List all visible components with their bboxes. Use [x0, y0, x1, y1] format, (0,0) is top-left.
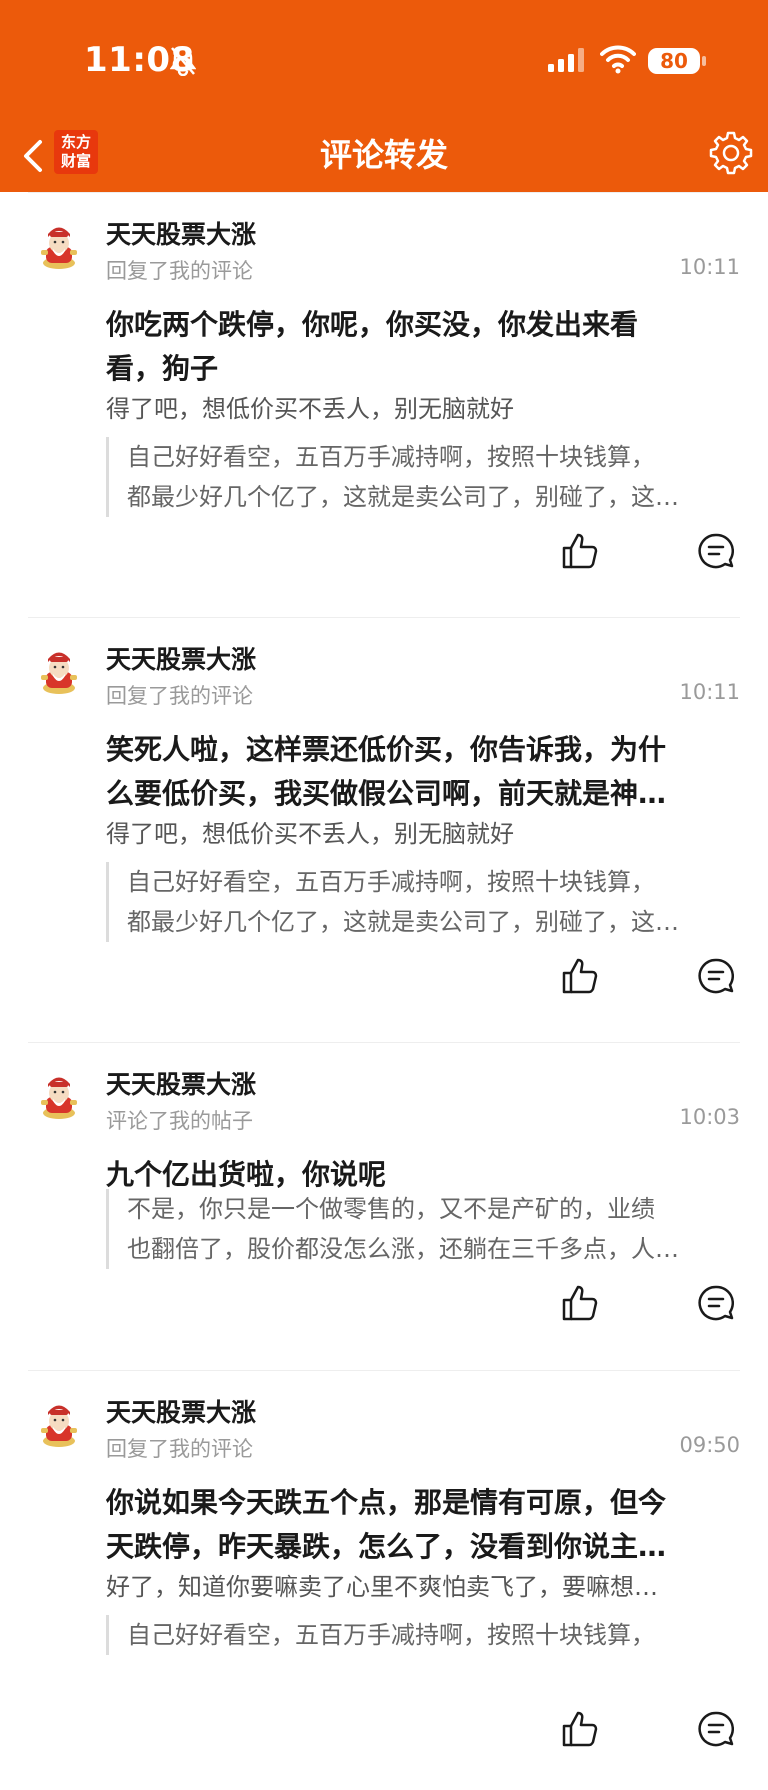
action-text: 回复了我的评论	[106, 1437, 253, 1461]
avatar-icon[interactable]	[36, 223, 82, 269]
comment-line: 天跌停，昨天暴跌，怎么了，没看到你说主…	[106, 1530, 667, 1563]
like-icon[interactable]	[560, 1709, 600, 1749]
quoted-comment[interactable]: 自己好好看空，五百万手减持啊，按照十块钱算， 都最少好几个亿了，这就是卖公司了，…	[106, 437, 740, 517]
timestamp: 10:11	[679, 680, 740, 704]
bell-muted-icon	[170, 47, 196, 76]
status-bar: 11:08 80	[0, 0, 768, 120]
comment-line: 你说如果今天跌五个点，那是情有可原，但今	[106, 1486, 667, 1519]
my-reply-text: 得了吧，想低价买不丢人，别无脑就好	[106, 395, 514, 423]
my-reply-text: 得了吧，想低价买不丢人，别无脑就好	[106, 820, 514, 848]
avatar-icon[interactable]	[36, 648, 82, 694]
quote-line: 不是，你只是一个做零售的，又不是产矿的，业绩	[127, 1195, 655, 1223]
quote-line: 也翻倍了，股价都没怎么涨，还躺在三千多点，人…	[127, 1235, 679, 1263]
quote-line: 自己好好看空，五百万手减持啊，按照十块钱算，	[127, 1621, 655, 1649]
battery-level: 80	[648, 48, 700, 74]
quote-line: 都最少好几个亿了，这就是卖公司了，别碰了，这…	[127, 483, 679, 511]
action-text: 评论了我的帖子	[106, 1109, 253, 1133]
wifi-icon	[600, 45, 636, 74]
quote-line: 自己好好看空，五百万手减持啊，按照十块钱算，	[127, 868, 655, 896]
comment-line: 笑死人啦，这样票还低价买，你告诉我，为什	[106, 733, 667, 766]
page-title: 评论转发	[319, 136, 448, 174]
like-icon[interactable]	[560, 531, 600, 571]
nav-bar: 东方 财富 评论转发	[0, 120, 768, 192]
notification-list: 天天股票大涨 回复了我的评论 10:11 你吃两个跌停，你呢，你买没，你发出来看 看…	[0, 192, 768, 1790]
like-icon[interactable]	[560, 956, 600, 996]
notification-item[interactable]: 天天股票大涨回复了我的评论 10:11 你吃两个跌停，你呢，你买没，你发出来看 看…	[28, 192, 740, 617]
like-icon[interactable]	[560, 1283, 600, 1323]
comment-icon[interactable]	[698, 1285, 734, 1321]
comment-content[interactable]: 你说如果今天跌五个点，那是情有可原，但今 天跌停，昨天暴跌，怎么了，没看到你说主…	[106, 1481, 722, 1569]
username[interactable]: 天天股票大涨	[106, 640, 256, 676]
username[interactable]: 天天股票大涨	[106, 1065, 256, 1101]
signal-icon	[548, 48, 584, 72]
comment-line: 么要低价买，我买做假公司啊，前天就是神…	[106, 777, 667, 810]
avatar-icon[interactable]	[36, 1073, 82, 1119]
notification-item[interactable]: 天天股票大涨回复了我的评论 09:50 你说如果今天跌五个点，那是情有可原，但今 …	[28, 1370, 740, 1790]
comment-content[interactable]: 你吃两个跌停，你呢，你买没，你发出来看 看，狗子	[106, 303, 722, 391]
username[interactable]: 天天股票大涨	[106, 215, 256, 251]
gear-icon[interactable]	[708, 130, 754, 176]
comment-line: 看，狗子	[106, 352, 219, 385]
timestamp: 10:11	[679, 255, 740, 279]
quoted-comment[interactable]: 自己好好看空，五百万手减持啊，按照十块钱算， 都最少好几个亿了，这就是卖公司了，…	[106, 862, 740, 942]
app-header: 11:08 80 东方 财富 评论转发	[0, 0, 768, 192]
comment-line: 你吃两个跌停，你呢，你买没，你发出来看	[106, 308, 639, 341]
quoted-comment[interactable]: 自己好好看空，五百万手减持啊，按照十块钱算，	[106, 1615, 740, 1655]
my-reply-text: 好了，知道你要嘛卖了心里不爽怕卖飞了，要嘛想…	[106, 1573, 658, 1601]
timestamp: 10:03	[679, 1105, 740, 1129]
comment-icon[interactable]	[698, 958, 734, 994]
avatar-icon[interactable]	[36, 1401, 82, 1447]
battery-cap	[702, 56, 706, 66]
quote-line: 自己好好看空，五百万手减持啊，按照十块钱算，	[127, 443, 655, 471]
quote-line: 都最少好几个亿了，这就是卖公司了，别碰了，这…	[127, 908, 679, 936]
comment-content[interactable]: 笑死人啦，这样票还低价买，你告诉我，为什 么要低价买，我买做假公司啊，前天就是神…	[106, 728, 722, 816]
username[interactable]: 天天股票大涨	[106, 1393, 256, 1429]
notification-item[interactable]: 天天股票大涨 评论了我的帖子 10:03 九个亿出货啦，你说呢 不是，你只是一个做零…	[28, 1042, 740, 1370]
notification-item[interactable]: 天天股票大涨回复了我的评论 10:11 笑死人啦，这样票还低价买，你告诉我，为什 …	[28, 617, 740, 1042]
comment-icon[interactable]	[698, 533, 734, 569]
timestamp: 09:50	[679, 1433, 740, 1457]
quoted-comment[interactable]: 不是，你只是一个做零售的，又不是产矿的，业绩 也翻倍了，股价都没怎么涨，还躺在三…	[106, 1189, 740, 1269]
action-text: 回复了我的评论	[106, 684, 253, 708]
comment-icon[interactable]	[698, 1711, 734, 1747]
action-text: 回复了我的评论	[106, 259, 253, 283]
